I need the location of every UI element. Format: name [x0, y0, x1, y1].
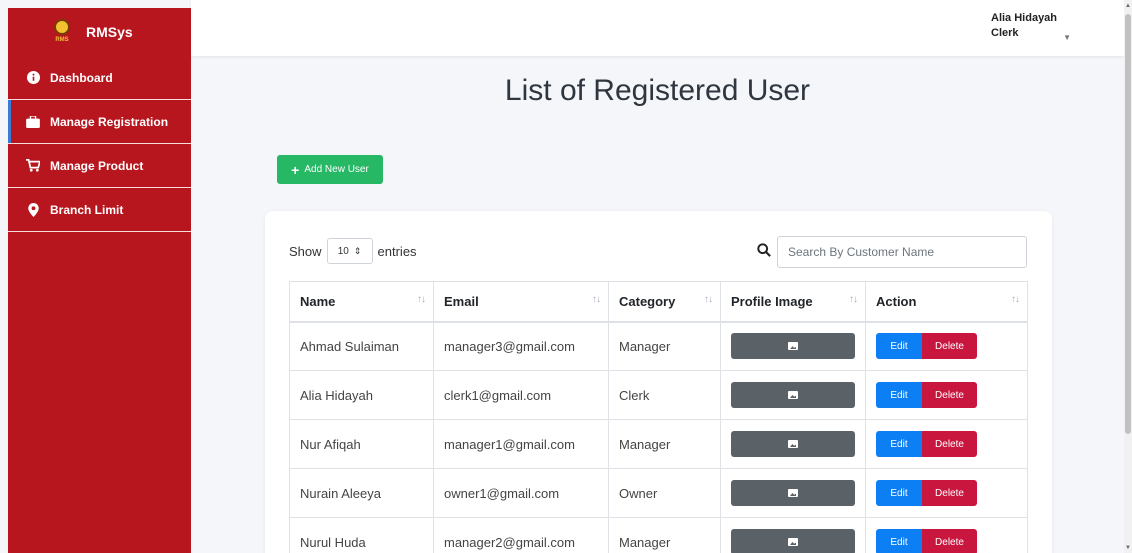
cell-category: Owner: [608, 468, 721, 518]
view-image-button[interactable]: [731, 480, 855, 506]
user-menu[interactable]: Alia Hidayah Clerk ▼: [991, 11, 1077, 42]
view-image-button[interactable]: [731, 382, 855, 408]
sort-icon: ↑↓: [417, 294, 426, 305]
cell-email: manager2@gmail.com: [433, 517, 609, 553]
edit-button[interactable]: Edit: [876, 333, 922, 360]
cart-icon: [26, 159, 40, 173]
search-icon: [757, 243, 771, 257]
column-header-category[interactable]: Category ↑↓: [608, 281, 721, 323]
cell-action: Edit Delete: [865, 468, 1028, 518]
image-icon: [788, 391, 798, 399]
cell-email: manager3@gmail.com: [433, 321, 609, 371]
rms-logo: RMS: [52, 18, 72, 46]
topbar: Alia Hidayah Clerk ▼: [191, 0, 1124, 56]
edit-button[interactable]: Edit: [876, 431, 922, 457]
delete-button[interactable]: Delete: [922, 529, 977, 553]
cell-category: Manager: [608, 517, 721, 553]
table-row: Ahmad Sulaiman manager3@gmail.com Manage…: [289, 321, 1028, 371]
brand-name: RMSys: [86, 24, 133, 40]
column-header-name[interactable]: Name ↑↓: [289, 281, 434, 323]
image-icon: [788, 538, 798, 546]
cell-category: Manager: [608, 419, 721, 469]
cell-profile-image: [720, 517, 866, 553]
sort-icon: ↑↓: [704, 294, 713, 305]
cell-email: clerk1@gmail.com: [433, 370, 609, 420]
entries-select[interactable]: 10 ⇕: [326, 238, 373, 264]
sidebar-item-manage-product[interactable]: Manage Product: [8, 144, 191, 188]
user-name: Alia Hidayah: [991, 12, 1058, 24]
delete-button[interactable]: Delete: [922, 431, 977, 457]
cell-profile-image: [720, 321, 866, 371]
cell-name: Alia Hidayah: [289, 370, 434, 420]
sidebar-item-manage-registration[interactable]: Manage Registration: [8, 100, 191, 144]
sidebar-item-dashboard[interactable]: Dashboard: [8, 56, 191, 100]
sidebar-item-label: Manage Registration: [50, 114, 169, 129]
add-new-user-button[interactable]: + Add New User: [277, 155, 383, 184]
cell-name: Nurul Huda: [289, 517, 434, 553]
column-header-action[interactable]: Action ↑↓: [865, 281, 1028, 323]
cell-email: manager1@gmail.com: [433, 419, 609, 469]
delete-button[interactable]: Delete: [922, 382, 977, 408]
sidebar: RMS RMSys Dashboard Manage Registration …: [8, 8, 191, 553]
cell-action: Edit Delete: [865, 517, 1028, 553]
sort-icon: ↑↓: [849, 294, 858, 305]
delete-button[interactable]: Delete: [922, 480, 977, 506]
table-row: Nurul Huda manager2@gmail.com Manager Ed…: [289, 517, 1028, 553]
edit-button[interactable]: Edit: [876, 529, 922, 553]
scroll-up-icon[interactable]: ▲: [1125, 3, 1131, 9]
cell-category: Clerk: [608, 370, 721, 420]
cell-email: owner1@gmail.com: [433, 468, 609, 518]
view-image-button[interactable]: [731, 333, 855, 360]
cell-name: Nur Afiqah: [289, 419, 434, 469]
entries-label: entries: [377, 243, 417, 259]
users-table: Name ↑↓ Email ↑↓ Category ↑↓ Profile Image ↑…: [289, 281, 1028, 553]
view-image-button[interactable]: [731, 529, 855, 553]
select-arrows-icon: ⇕: [353, 245, 362, 256]
table-row: Nurain Aleeya owner1@gmail.com Owner Edi…: [289, 468, 1028, 518]
info-circle-icon: [26, 71, 40, 85]
search-input[interactable]: Search By Customer Name: [777, 236, 1027, 268]
scrollbar-thumb[interactable]: [1125, 14, 1131, 434]
table-row: Nur Afiqah manager1@gmail.com Manager Ed…: [289, 419, 1028, 469]
chevron-down-icon: ▼: [1063, 33, 1071, 42]
edit-button[interactable]: Edit: [876, 382, 922, 408]
image-icon: [788, 489, 798, 497]
cell-category: Manager: [608, 321, 721, 371]
column-header-email[interactable]: Email ↑↓: [433, 281, 609, 323]
sidebar-item-label: Dashboard: [50, 70, 113, 85]
cell-name: Ahmad Sulaiman: [289, 321, 434, 371]
cell-name: Nurain Aleeya: [289, 468, 434, 518]
map-pin-icon: [26, 202, 40, 217]
plus-icon: +: [291, 161, 300, 178]
cell-profile-image: [720, 370, 866, 420]
sidebar-item-label: Manage Product: [50, 158, 144, 173]
sort-icon: ↑↓: [592, 294, 601, 305]
page-scrollbar[interactable]: ▲ ▼: [1124, 0, 1132, 553]
delete-button[interactable]: Delete: [922, 333, 977, 360]
entries-control: Show 10 ⇕ entries: [289, 238, 417, 264]
briefcase-icon: [26, 115, 40, 129]
show-label: Show: [289, 243, 322, 259]
edit-button[interactable]: Edit: [876, 480, 922, 506]
image-icon: [788, 440, 798, 448]
cell-action: Edit Delete: [865, 419, 1028, 469]
cell-profile-image: [720, 419, 866, 469]
add-new-user-label: Add New User: [304, 164, 369, 175]
entries-value: 10: [337, 245, 349, 257]
column-header-profile-image[interactable]: Profile Image ↑↓: [720, 281, 866, 323]
sidebar-item-label: Branch Limit: [50, 202, 124, 217]
sidebar-item-branch-limit[interactable]: Branch Limit: [8, 188, 191, 232]
cell-action: Edit Delete: [865, 370, 1028, 420]
table-header-row: Name ↑↓ Email ↑↓ Category ↑↓ Profile Image ↑…: [289, 281, 1028, 323]
scroll-down-icon[interactable]: ▼: [1125, 545, 1131, 551]
brand[interactable]: RMS RMSys: [8, 8, 191, 56]
cell-action: Edit Delete: [865, 321, 1028, 371]
image-icon: [788, 342, 798, 351]
table-row: Alia Hidayah clerk1@gmail.com Clerk Edit…: [289, 370, 1028, 420]
sort-icon: ↑↓: [1011, 294, 1020, 305]
page-title: List of Registered User: [504, 74, 811, 107]
view-image-button[interactable]: [731, 431, 855, 457]
cell-profile-image: [720, 468, 866, 518]
